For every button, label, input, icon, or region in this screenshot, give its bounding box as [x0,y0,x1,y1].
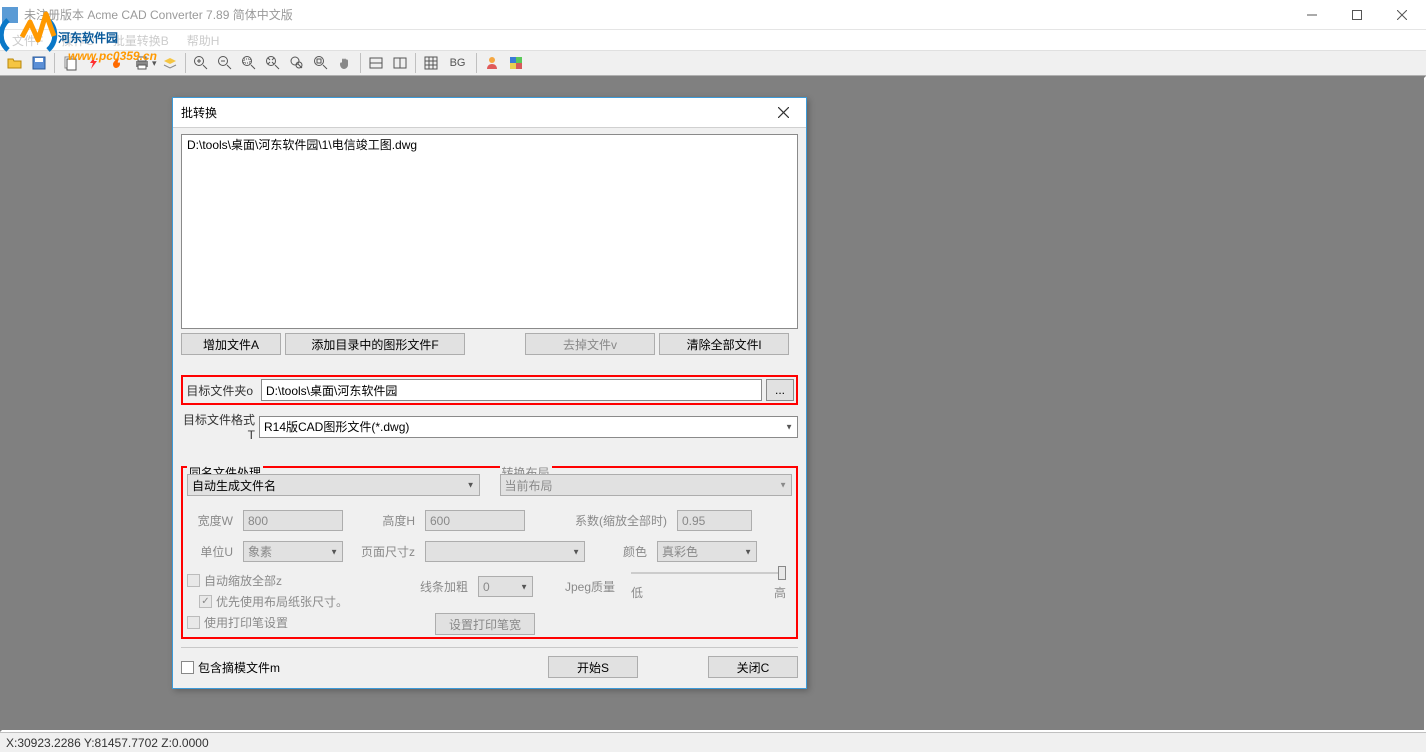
menu-batch[interactable]: 批量转换B [105,30,177,51]
app-title: 未注册版本 Acme CAD Converter 7.89 简体中文版 [24,6,1289,23]
statusbar: X:30923.2286 Y:81457.7702 Z:0.0000 [0,732,1426,752]
line-weight-label: 线条加粗 [417,578,472,595]
chevron-down-icon: ▼ [785,422,793,431]
chevron-down-icon: ▼ [572,547,580,556]
add-dir-files-button[interactable]: 添加目录中的图形文件F [285,333,465,355]
menu-file[interactable]: 文件F [4,30,51,51]
jpeg-high-label: 高 [774,584,786,601]
target-folder-label: 目标文件夹o [185,382,257,399]
file-list[interactable]: D:\tools\桌面\河东软件园\1\电信竣工图.dwg [181,134,798,329]
palette-icon[interactable] [505,52,527,74]
close-dialog-button[interactable]: 关闭C [708,656,798,678]
chevron-down-icon: ▼ [520,582,528,591]
page-label: 页面尺寸z [349,543,419,560]
remove-file-button[interactable]: 去掉文件v [525,333,655,355]
slider-thumb[interactable] [778,566,786,580]
height-input[interactable]: 600 [425,510,525,531]
grid-icon[interactable] [420,52,442,74]
titlebar: 未注册版本 Acme CAD Converter 7.89 简体中文版 [0,0,1426,30]
height-label: 高度H [349,512,419,529]
print-dropdown-icon[interactable]: ▾ [152,58,157,69]
save-icon[interactable] [28,52,50,74]
target-folder-input[interactable]: D:\tools\桌面\河东软件园 [261,379,762,401]
zoom-in-icon[interactable] [190,52,212,74]
menu-operate[interactable]: 操作O [53,30,102,51]
layout2-icon[interactable] [389,52,411,74]
color-select[interactable]: 真彩色 ▼ [657,541,757,562]
lightning-icon[interactable] [83,52,105,74]
batch-icon[interactable] [59,52,81,74]
jpeg-low-label: 低 [631,584,643,601]
width-input[interactable]: 800 [243,510,343,531]
include-model-label: 包含摘模文件m [198,659,280,676]
pen-settings-button[interactable]: 设置打印笔宽 [435,613,535,635]
minimize-button[interactable] [1289,0,1334,29]
use-pen-label: 使用打印笔设置 [204,614,288,631]
print-icon[interactable] [131,52,153,74]
line-weight-select[interactable]: 0 ▼ [478,576,533,597]
dialog-titlebar: 批转换 [173,98,806,128]
browse-button[interactable]: ... [766,379,794,401]
bg-button[interactable]: BG [444,52,472,74]
unit-select[interactable]: 象素 ▼ [243,541,343,562]
pan-icon[interactable] [334,52,356,74]
open-icon[interactable] [4,52,26,74]
zoom-all-icon[interactable] [286,52,308,74]
color-label: 颜色 [591,543,651,560]
zoom-window-icon[interactable] [238,52,260,74]
menu-help[interactable]: 帮助H [179,30,228,51]
use-layout-paper-checkbox [199,595,212,608]
start-button[interactable]: 开始S [548,656,638,678]
app-icon [2,7,18,23]
toolbar: ▾ BG [0,50,1426,76]
scale-label: 系数(缩放全部时) [531,512,671,529]
dialog-title: 批转换 [181,104,768,121]
flame-icon[interactable] [107,52,129,74]
chevron-down-icon: ▼ [467,481,475,490]
jpeg-slider[interactable] [631,572,786,574]
layout-select: 当前布局 ▼ [500,474,793,496]
maximize-button[interactable] [1334,0,1379,29]
width-label: 宽度W [187,512,237,529]
file-item[interactable]: D:\tools\桌面\河东软件园\1\电信竣工图.dwg [187,138,792,152]
chevron-down-icon: ▼ [330,547,338,556]
chevron-down-icon: ▼ [779,481,787,490]
scale-input[interactable]: 0.95 [677,510,752,531]
auto-scale-label: 自动缩放全部z [204,572,282,589]
use-pen-checkbox [187,616,200,629]
use-layout-paper-label: 优先使用布局纸张尺寸。 [216,593,348,610]
batch-convert-dialog: 批转换 D:\tools\桌面\河东软件园\1\电信竣工图.dwg 增加文件A … [172,97,807,689]
add-file-button[interactable]: 增加文件A [181,333,281,355]
dialog-close-button[interactable] [768,107,798,118]
target-format-select[interactable]: R14版CAD图形文件(*.dwg) ▼ [259,416,798,438]
status-coords: X:30923.2286 Y:81457.7702 Z:0.0000 [6,736,209,750]
menubar: 文件F 操作O 批量转换B 帮助H [0,30,1426,50]
zoom-out-icon[interactable] [214,52,236,74]
layers-icon[interactable] [159,52,181,74]
unit-label: 单位U [187,543,237,560]
user-icon[interactable] [481,52,503,74]
auto-scale-checkbox [187,574,200,587]
target-format-label: 目标文件格式T [181,411,259,442]
include-model-checkbox[interactable] [181,661,194,674]
jpeg-label: Jpeg质量 [539,578,619,595]
chevron-down-icon: ▼ [744,547,752,556]
fit-icon[interactable] [310,52,332,74]
zoom-extents-icon[interactable] [262,52,284,74]
dup-file-select[interactable]: 自动生成文件名 ▼ [187,474,480,496]
layout1-icon[interactable] [365,52,387,74]
clear-all-button[interactable]: 清除全部文件l [659,333,789,355]
close-button[interactable] [1379,0,1424,29]
page-select[interactable]: ▼ [425,541,585,562]
